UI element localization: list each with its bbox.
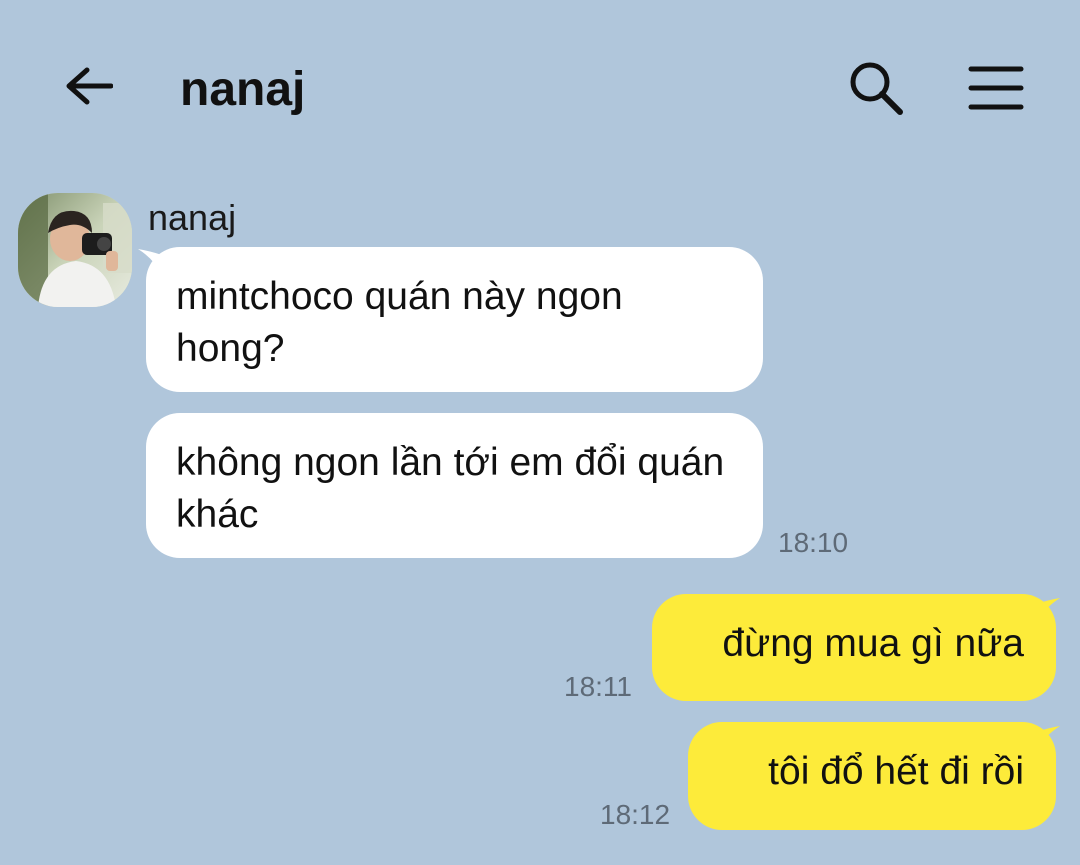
chat-title: nanaj <box>180 63 306 116</box>
arrow-left-icon <box>66 67 113 105</box>
search-icon <box>850 62 903 115</box>
menu-button[interactable] <box>962 58 1030 118</box>
profile-photo <box>18 193 132 307</box>
message-bubble-incoming[interactable]: mintchoco quán này ngon hong? <box>146 247 763 392</box>
message-timestamp: 18:12 <box>600 799 671 830</box>
menu-icon <box>968 66 1024 110</box>
message-bubble-outgoing[interactable]: tôi đổ hết đi rồi <box>688 722 1056 830</box>
message-timestamp: 18:10 <box>778 527 849 558</box>
message-timestamp: 18:11 <box>564 671 632 702</box>
message-bubble-incoming[interactable]: không ngon lần tới em đổi quán khác <box>146 413 763 558</box>
back-button[interactable] <box>58 60 118 112</box>
chat-header: nanaj <box>0 0 1080 180</box>
search-button[interactable] <box>845 58 907 118</box>
avatar[interactable] <box>18 193 132 307</box>
message-bubble-outgoing[interactable]: đừng mua gì nữa <box>652 594 1056 701</box>
sender-name: nanaj <box>148 197 237 238</box>
